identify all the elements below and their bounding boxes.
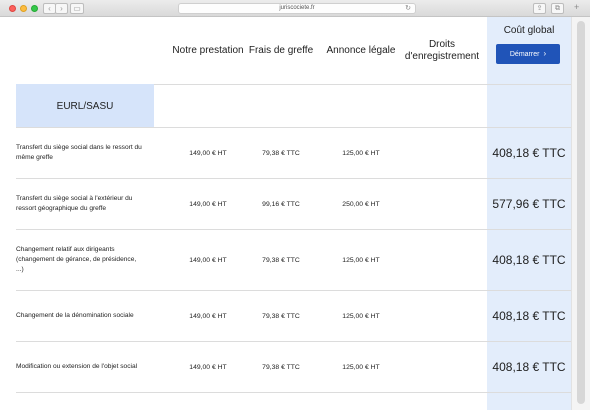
greffe-fee: 79,38 € TTC xyxy=(262,256,300,264)
row-label: Changement relatif aux dirigeants (chang… xyxy=(16,246,137,273)
header-annonce: Annonce légale xyxy=(326,45,396,56)
share-button[interactable]: ⇪ xyxy=(533,3,546,14)
global-cost: 408,18 € TTC xyxy=(492,360,566,374)
minimize-window-button[interactable] xyxy=(20,5,27,12)
row-label: Transfert du siège social dans le ressor… xyxy=(16,144,142,161)
address-bar[interactable]: juriscociete.fr ↻ xyxy=(178,3,416,14)
new-tab-icon[interactable]: + xyxy=(574,2,579,12)
row-label: Modification ou extension de l'objet soc… xyxy=(16,363,138,370)
droits-fee xyxy=(400,230,484,290)
greffe-fee: 99,16 € TTC xyxy=(262,200,300,208)
forward-button[interactable]: › xyxy=(55,3,68,14)
table-row: Transfert du siège social dans le ressor… xyxy=(16,128,571,178)
global-cost: 577,96 € TTC xyxy=(492,197,566,211)
start-button[interactable]: Démarrer › xyxy=(496,44,560,64)
droits-fee xyxy=(400,291,484,341)
scrollbar-thumb[interactable] xyxy=(577,21,585,404)
annonce-fee: 125,00 € HT xyxy=(342,149,380,157)
tabs-icon: ⧉ xyxy=(555,5,560,12)
chevron-left-icon: ‹ xyxy=(48,4,51,13)
droits-fee xyxy=(400,179,484,229)
chevron-right-icon: › xyxy=(60,4,63,13)
vertical-scrollbar[interactable] xyxy=(571,17,590,410)
droits-fee xyxy=(400,342,484,392)
greffe-fee: 79,38 € TTC xyxy=(262,149,300,157)
row-label: Changement de la dénomination sociale xyxy=(16,312,134,319)
table-row: Transfert du siège social à l'extérieur … xyxy=(16,179,571,229)
greffe-fee: 79,38 € TTC xyxy=(262,312,300,320)
header-greffe: Frais de greffe xyxy=(248,45,314,56)
header-droits: Droits d'enregistrement xyxy=(404,39,480,62)
share-icon: ⇪ xyxy=(536,5,543,12)
divider xyxy=(16,392,571,393)
close-window-button[interactable] xyxy=(9,5,16,12)
global-cost: 408,18 € TTC xyxy=(492,253,566,267)
annonce-fee: 125,00 € HT xyxy=(342,363,380,371)
global-cost: 408,18 € TTC xyxy=(492,146,566,160)
pricing-table: Notre prestation Frais de greffe Annonce… xyxy=(16,17,571,410)
reload-icon[interactable]: ↻ xyxy=(405,4,411,13)
browser-toolbar: ‹ › ▭ juriscociete.fr ↻ ⇪ ⧉ + xyxy=(0,0,590,17)
start-button-label: Démarrer xyxy=(509,51,540,58)
table-row: Changement relatif aux dirigeants (chang… xyxy=(16,230,571,290)
category-label: EURL/SASU xyxy=(16,84,154,128)
tabs-button[interactable]: ⧉ xyxy=(551,3,564,14)
zoom-window-button[interactable] xyxy=(31,5,38,12)
header-global: Coût global xyxy=(503,25,555,36)
droits-fee xyxy=(400,128,484,178)
table-row: Changement de la dénomination sociale 14… xyxy=(16,291,571,341)
sidebar-icon: ▭ xyxy=(73,4,81,13)
greffe-fee: 79,38 € TTC xyxy=(262,363,300,371)
annonce-fee: 125,00 € HT xyxy=(342,312,380,320)
global-cost: 408,18 € TTC xyxy=(492,309,566,323)
annonce-fee: 250,00 € HT xyxy=(342,200,380,208)
row-label: Transfert du siège social à l'extérieur … xyxy=(16,195,133,212)
url-text: juriscociete.fr xyxy=(279,5,315,11)
table-row: Modification ou extension de l'objet soc… xyxy=(16,342,571,392)
chevron-right-icon: › xyxy=(543,49,547,58)
annonce-fee: 125,00 € HT xyxy=(342,256,380,264)
sidebar-button[interactable]: ▭ xyxy=(70,3,84,14)
